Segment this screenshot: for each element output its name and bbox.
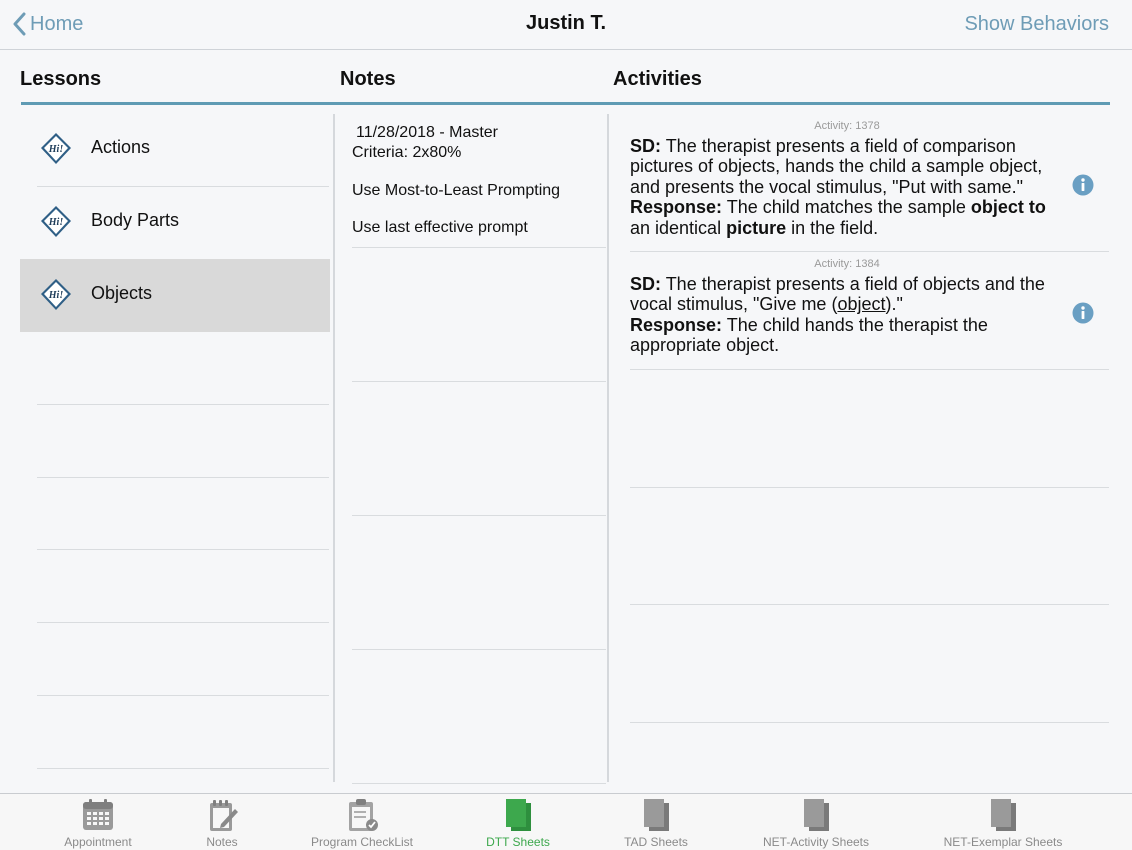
row-divider <box>352 515 606 516</box>
notes-header: Notes <box>340 68 396 90</box>
notepad-icon <box>210 800 238 831</box>
row-divider <box>37 477 329 478</box>
tab-net-exemplar-sheets[interactable]: NET-Exemplar Sheets <box>937 794 1069 850</box>
row-divider <box>352 381 606 382</box>
row-divider <box>37 768 329 769</box>
header-divider <box>21 102 1110 105</box>
svg-text:Hi!: Hi! <box>48 144 64 155</box>
tab-program-checklist[interactable]: Program CheckList <box>302 794 422 850</box>
lesson-label: Actions <box>91 137 151 157</box>
hi-speech-icon: Hi! <box>41 206 71 237</box>
row-divider <box>630 722 1109 723</box>
row-divider <box>37 695 329 696</box>
tab-label: Notes <box>206 835 238 849</box>
tab-notes[interactable]: Notes <box>192 794 252 850</box>
sheets-icon <box>506 799 531 831</box>
info-icon[interactable] <box>1072 302 1094 324</box>
sd-label: SD: <box>630 274 661 294</box>
calendar-icon <box>83 799 113 830</box>
lesson-label: Body Parts <box>91 210 180 230</box>
response-emphasis: object to <box>970 197 1046 218</box>
lessons-header: Lessons <box>20 68 102 90</box>
tab-label: TAD Sheets <box>624 835 688 849</box>
hi-speech-icon: Hi! <box>41 133 71 164</box>
response-label: Response: <box>630 314 723 335</box>
note-criteria: Criteria: 2x80% <box>352 144 462 161</box>
tab-net-activity-sheets[interactable]: NET-Activity Sheets <box>756 794 876 850</box>
tab-label: NET-Activity Sheets <box>762 835 870 849</box>
row-divider <box>352 783 606 784</box>
activity-description: SD: The therapist presents a field of co… <box>630 136 1060 238</box>
row-divider <box>352 247 606 248</box>
tab-tad-sheets[interactable]: TAD Sheets <box>616 794 696 850</box>
row-divider <box>37 549 329 550</box>
show-behaviors-button[interactable]: Show Behaviors <box>964 13 1109 36</box>
tab-label: DTT Sheets <box>486 835 550 849</box>
page-title: Justin T. <box>525 12 606 34</box>
response-emphasis: picture <box>726 217 787 238</box>
tab-label: Program CheckList <box>310 835 414 849</box>
navigation-bar: Home Justin T. Show Behaviors <box>0 0 1132 50</box>
note-prompting: Use Most-to-Least Prompting <box>352 182 561 199</box>
tab-bar: Appointment Notes Program CheckList DTT … <box>0 793 1132 850</box>
row-divider <box>630 487 1109 488</box>
note-date-status: 11/28/2018 - Master <box>356 124 499 141</box>
response-text: The child matches the sample <box>726 197 966 218</box>
tab-dtt-sheets[interactable]: DTT Sheets <box>478 794 558 850</box>
sheets-icon <box>804 799 829 831</box>
info-icon[interactable] <box>1072 174 1094 196</box>
svg-text:Hi!: Hi! <box>48 290 64 301</box>
clipboard-check-icon <box>349 799 378 831</box>
activities-header: Activities <box>613 68 702 90</box>
sd-label: SD: <box>630 136 661 156</box>
activity-id: Activity: 1378 <box>814 120 880 132</box>
row-divider <box>37 404 329 405</box>
lesson-item-objects[interactable]: Hi! Objects <box>20 259 330 332</box>
row-divider <box>37 622 329 623</box>
row-divider <box>630 251 1109 252</box>
activity-description: SD: The therapist presents a field of ob… <box>630 274 1060 356</box>
tab-appointment[interactable]: Appointment <box>58 794 138 850</box>
lesson-item-body-parts[interactable]: Hi! Body Parts <box>20 186 330 259</box>
column-divider <box>607 114 609 782</box>
row-divider <box>352 649 606 650</box>
response-text: an identical <box>630 217 722 238</box>
hi-speech-icon: Hi! <box>41 279 71 310</box>
sheets-icon <box>991 799 1016 831</box>
lesson-item-actions[interactable]: Hi! Actions <box>20 113 330 186</box>
row-divider <box>630 604 1109 605</box>
lesson-label: Objects <box>91 283 153 303</box>
tab-label: Appointment <box>64 835 132 849</box>
note-effective-prompt: Use last effective prompt <box>352 219 528 236</box>
response-label: Response: <box>630 197 723 218</box>
row-divider <box>630 369 1109 370</box>
sd-text: The therapist presents a field of compar… <box>630 136 1043 197</box>
svg-text:Hi!: Hi! <box>48 217 64 228</box>
sd-text: )." <box>885 294 903 315</box>
sd-text-underlined: object <box>837 294 886 315</box>
tab-label: NET-Exemplar Sheets <box>943 835 1063 849</box>
column-divider <box>333 114 335 782</box>
response-text: in the field. <box>791 217 879 238</box>
sheets-icon <box>644 799 669 831</box>
activity-id: Activity: 1384 <box>814 258 880 270</box>
